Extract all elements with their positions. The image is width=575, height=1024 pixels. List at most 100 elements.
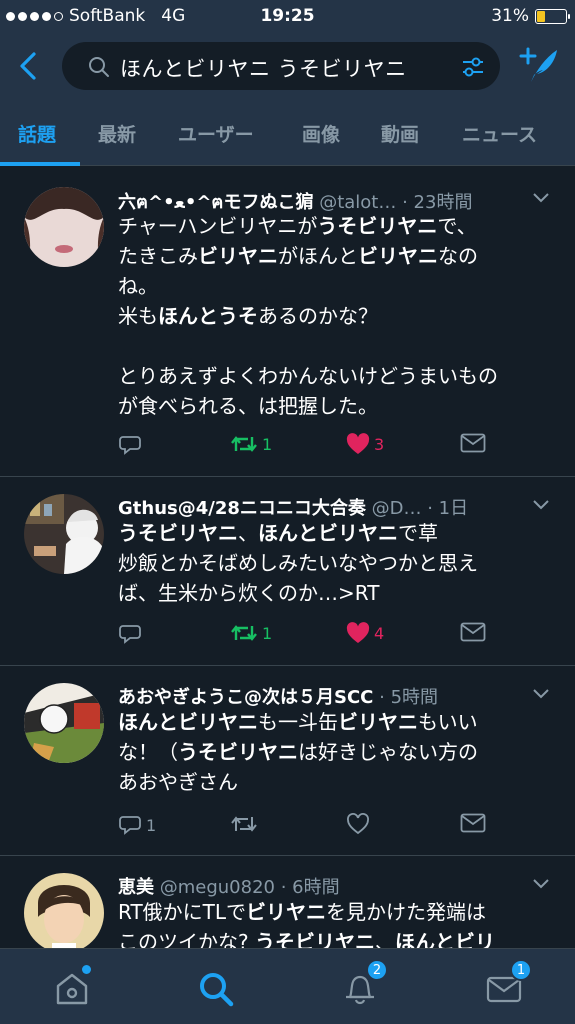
- tweet-header: 恵美 @megu0820 · 6時間: [118, 873, 528, 899]
- search-query[interactable]: ほんとビリヤニ うそビリヤニ: [120, 53, 407, 83]
- text-segment: RT俄かにTLで: [118, 900, 247, 924]
- chevron-down-icon[interactable]: [531, 191, 551, 205]
- tweet-header: Gthus@4/28ニコニコ大合奏 @D… · 1日: [118, 494, 528, 520]
- avatar[interactable]: [24, 187, 104, 267]
- tweet-line: チャーハンビリヤニがうそビリヤニで、: [118, 211, 548, 241]
- envelope-icon: [460, 433, 486, 453]
- bottom-navigation: 2 1: [0, 948, 575, 1024]
- text-segment: なの: [438, 244, 478, 268]
- author-name[interactable]: あおやぎようこ@次は５月SCC: [118, 687, 373, 708]
- text-segment: ば、生米から炊くのか…>RT: [118, 581, 380, 605]
- notifications-badge: 2: [366, 959, 388, 981]
- like-count: 4: [374, 623, 385, 643]
- nav-search[interactable]: [196, 969, 236, 1009]
- reply-icon: [119, 625, 141, 644]
- tab-top[interactable]: 話題: [18, 120, 56, 147]
- share-dm-button[interactable]: [460, 433, 486, 453]
- avatar[interactable]: [24, 494, 104, 574]
- share-dm-button[interactable]: [460, 813, 486, 833]
- highlighted-keyword: ビリヤニ: [198, 244, 278, 268]
- retweet-button[interactable]: 1: [230, 433, 272, 455]
- tweet-text: チャーハンビリヤニがうそビリヤニで、 たきこみビリヤニがほんとビリヤニなの ね。 米も…: [118, 211, 548, 421]
- tweet-line: 米もほんとうそあるのかな？: [118, 301, 548, 331]
- tab-news[interactable]: ニュース: [462, 120, 537, 147]
- like-button[interactable]: [346, 813, 370, 835]
- tweet-text: ほんとビリヤニも一斗缶ビリヤニもいい な！（うそビリヤニは好きじゃない方の あおやぎ…: [118, 707, 548, 797]
- text-segment: で、: [437, 214, 477, 238]
- avatar-image: [24, 494, 104, 574]
- like-button[interactable]: 4: [346, 622, 384, 644]
- highlighted-keyword: うそビリヤニ: [254, 930, 375, 948]
- retweet-icon: [231, 625, 257, 641]
- tweet-header: あおやぎようこ@次は５月SCC · 5時間: [118, 683, 528, 709]
- text-segment: 、: [374, 930, 395, 948]
- filter-icon[interactable]: [460, 54, 486, 80]
- battery-status: 31%: [491, 6, 570, 26]
- battery-level: [537, 10, 546, 22]
- tweet-actions: 1 3: [118, 433, 498, 463]
- chevron-down-icon[interactable]: [531, 498, 551, 512]
- reply-count: 1: [146, 815, 157, 835]
- retweet-count: 1: [262, 434, 273, 454]
- author-name[interactable]: 六ฅ^•ﻌ•^ฅモフぬこ猏: [118, 192, 313, 213]
- text-segment: が食べられる、は把握した。: [118, 394, 378, 418]
- tweet[interactable]: Gthus@4/28ニコニコ大合奏 @D… · 1日 うそビリヤニ、ほんとビリヤ…: [0, 478, 575, 666]
- highlighted-keyword: うそビリヤニ: [178, 740, 298, 764]
- highlighted-keyword: ビリヤニ: [358, 244, 438, 268]
- retweet-icon: [231, 436, 257, 452]
- text-segment: このツイかな?: [118, 930, 255, 948]
- highlighted-keyword: ビリヤニ: [338, 710, 418, 734]
- home-icon: [56, 973, 88, 1005]
- avatar[interactable]: [24, 873, 104, 948]
- tab-latest[interactable]: 最新: [98, 120, 136, 147]
- nav-messages[interactable]: 1: [484, 959, 532, 1009]
- envelope-icon: [460, 622, 486, 642]
- tweet-actions: 1 4: [118, 622, 498, 652]
- search-input[interactable]: ほんとビリヤニ うそビリヤニ: [62, 42, 500, 90]
- retweet-button[interactable]: 1: [230, 622, 272, 644]
- reply-icon: [119, 816, 141, 835]
- reply-button[interactable]: 1: [118, 813, 156, 837]
- share-dm-button[interactable]: [460, 622, 486, 642]
- clock: 19:25: [260, 6, 315, 26]
- tab-images[interactable]: 画像: [302, 120, 340, 147]
- tweet[interactable]: 六ฅ^•ﻌ•^ฅモフぬこ猏 @talot… · 23時間 チャーハンビリヤニがう…: [0, 167, 575, 477]
- tweet-time: · 23時間: [402, 192, 473, 213]
- tweet-time: · 5時間: [379, 687, 439, 708]
- tweet-line: とりあえずよくわかんないけどうまいもの: [118, 361, 548, 391]
- text-segment: 米も: [118, 304, 158, 328]
- tweet-line: ね。: [118, 271, 548, 301]
- highlighted-keyword: うそビリヤニ: [317, 214, 438, 238]
- author-name[interactable]: 恵美: [118, 877, 154, 898]
- avatar[interactable]: [24, 683, 104, 763]
- reply-button[interactable]: [118, 622, 146, 646]
- highlighted-keyword: ほんとうそ: [158, 304, 258, 328]
- nav-home[interactable]: [52, 965, 92, 1009]
- text-segment: な！（: [118, 740, 178, 764]
- chevron-down-icon[interactable]: [531, 877, 551, 891]
- text-segment: 、: [238, 521, 258, 545]
- heart-icon: [346, 622, 370, 643]
- like-button[interactable]: 3: [346, 433, 384, 455]
- retweet-button[interactable]: [230, 813, 258, 835]
- highlighted-keyword: ほんとビリヤニ: [258, 521, 398, 545]
- tab-videos[interactable]: 動画: [381, 120, 419, 147]
- text-segment: あおやぎさん: [118, 770, 238, 794]
- text-segment: もいい: [418, 710, 478, 734]
- text-segment: がほんと: [278, 244, 358, 268]
- highlighted-keyword: ほんとビリヤニ: [118, 710, 258, 734]
- tweet-time: · 6時間: [280, 877, 340, 898]
- tweet[interactable]: 恵美 @megu0820 · 6時間 RT俄かにTLでビリヤニを見かけた発端はこ…: [0, 857, 575, 948]
- author-name[interactable]: Gthus@4/28ニコニコ大合奏: [118, 498, 366, 519]
- new-content-dot: [82, 965, 91, 974]
- compose-button[interactable]: [519, 44, 561, 90]
- tweet[interactable]: あおやぎようこ@次は５月SCC · 5時間 ほんとビリヤニも一斗缶ビリヤニもいい…: [0, 667, 575, 856]
- envelope-icon: [460, 813, 486, 833]
- tweet-time: · 1日: [427, 498, 469, 519]
- back-button[interactable]: [14, 48, 46, 84]
- retweet-icon: [231, 816, 257, 832]
- reply-button[interactable]: [118, 433, 146, 457]
- tab-users[interactable]: ユーザー: [178, 120, 254, 147]
- chevron-down-icon[interactable]: [531, 687, 551, 701]
- nav-notifications[interactable]: 2: [340, 959, 388, 1009]
